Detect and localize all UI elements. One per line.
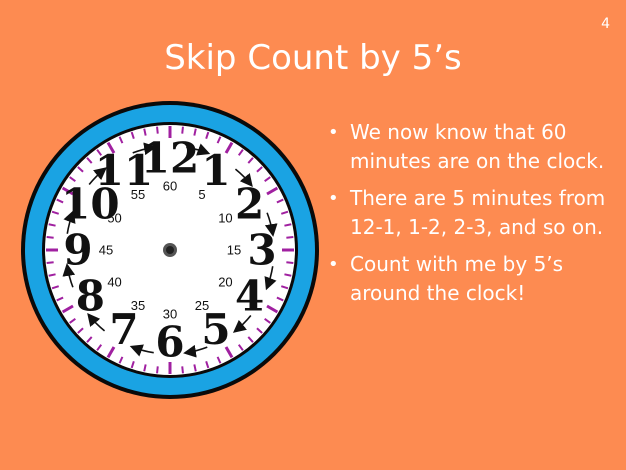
clock-illustration: 12 1234567891011 60510152025303540455055 <box>21 101 319 399</box>
minor-tick <box>48 223 56 227</box>
clock-center-pin-inner <box>166 246 174 254</box>
minor-tick <box>46 236 54 239</box>
minute-number: 45 <box>99 243 113 258</box>
minor-tick <box>193 364 197 372</box>
bullet-item: • We now know that 60 minutes are on the … <box>326 118 606 176</box>
minute-number: 30 <box>163 307 177 322</box>
minor-tick <box>284 223 292 227</box>
minor-tick <box>286 236 294 239</box>
minor-tick <box>286 261 294 264</box>
minor-tick <box>46 261 54 264</box>
bullet-text: There are 5 minutes from 12-1, 1-2, 2-3,… <box>350 186 606 239</box>
hour-number: 6 <box>155 318 184 367</box>
minute-number: 10 <box>218 211 232 226</box>
hour-number: 9 <box>63 226 92 275</box>
minor-tick <box>284 273 292 277</box>
minute-number: 35 <box>131 298 145 313</box>
slide-number: 4 <box>601 16 610 32</box>
minute-number: 20 <box>218 275 232 290</box>
hour-number: 8 <box>76 272 105 321</box>
hour-number: 1 <box>201 146 230 195</box>
hour-number: 3 <box>247 226 276 275</box>
minor-tick <box>143 364 147 372</box>
minute-number: 15 <box>227 243 241 258</box>
bullet-dot: • <box>328 254 339 275</box>
bullet-dot: • <box>328 122 339 143</box>
minor-tick <box>48 273 56 277</box>
minute-number: 60 <box>163 179 177 194</box>
slide: 4 Skip Count by 5’s 12 1 2 3 4 5 6 7 8 9 10 11 60 5 1… <box>0 0 626 470</box>
minute-number: 25 <box>195 298 209 313</box>
minute-number: 40 <box>107 275 121 290</box>
hour-number: 4 <box>235 272 264 321</box>
hour-number: 2 <box>235 180 264 229</box>
bullet-dot: • <box>328 188 339 209</box>
slide-title: Skip Count by 5’s <box>164 38 462 78</box>
minor-tick <box>156 366 159 374</box>
bullet-text: Count with me by 5’s around the clock! <box>350 252 564 305</box>
minor-tick <box>181 366 184 374</box>
bullet-item: • Count with me by 5’s around the clock! <box>326 250 606 308</box>
minute-number: 50 <box>107 211 121 226</box>
minute-number: 5 <box>198 187 205 202</box>
bullet-list: • We now know that 60 minutes are on the … <box>326 118 606 316</box>
minute-number: 55 <box>131 187 145 202</box>
bullet-item: • There are 5 minutes from 12-1, 1-2, 2-3… <box>326 184 606 242</box>
bullet-text: We now know that 60 minutes are on the c… <box>350 120 605 173</box>
